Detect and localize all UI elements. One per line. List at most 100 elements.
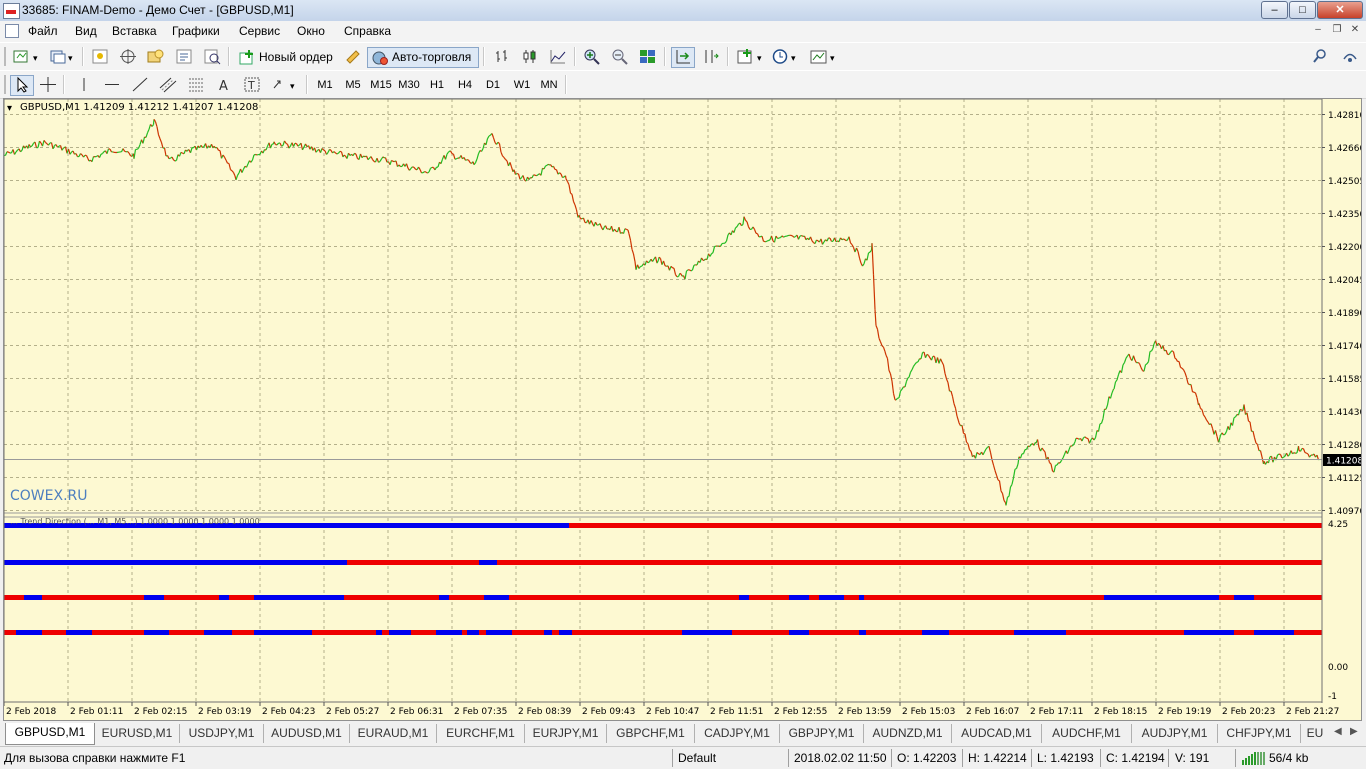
price-chart[interactable]: 1.428101.426601.425051.423501.422001.420… xyxy=(4,99,1361,720)
menu-tools[interactable]: Сервис xyxy=(239,24,280,38)
tabs-scroll-left-icon[interactable]: ◀ xyxy=(1334,726,1342,737)
price-segment xyxy=(322,148,324,149)
mdi-minimize-icon[interactable]: – xyxy=(1310,24,1326,38)
search-icon[interactable] xyxy=(1309,47,1331,68)
tab-eurchf[interactable]: EURCHF,M1 xyxy=(437,724,525,743)
tab-gbpusd[interactable]: GBPUSD,M1 xyxy=(5,723,95,745)
tab-audnzd[interactable]: AUDNZD,M1 xyxy=(864,724,952,743)
tab-audusd[interactable]: AUDUSD,M1 xyxy=(264,724,350,743)
text-label-icon[interactable]: T xyxy=(240,75,264,96)
timeframe-m1[interactable]: M1 xyxy=(311,75,339,96)
tab-gbpjpy[interactable]: GBPJPY,M1 xyxy=(780,724,864,743)
price-segment xyxy=(301,143,303,150)
chart-shift-icon[interactable] xyxy=(699,47,723,68)
price-segment xyxy=(574,201,576,204)
templates-icon[interactable]: ▾ xyxy=(807,47,843,68)
connection-icon[interactable] xyxy=(1242,751,1266,768)
tester-icon[interactable] xyxy=(200,47,224,68)
arrows-icon[interactable]: ▾ xyxy=(268,75,302,96)
tab-partial[interactable]: EU xyxy=(1301,724,1329,743)
mdi-close-icon[interactable]: ✕ xyxy=(1347,24,1363,38)
svg-text:▾: ▾ xyxy=(33,54,38,64)
new-chart-icon[interactable]: ▾ xyxy=(10,47,46,68)
timeframe-h4[interactable]: H4 xyxy=(451,75,479,96)
data-window-icon[interactable] xyxy=(116,47,140,68)
menu-file[interactable]: Файл xyxy=(28,24,58,38)
cursor-icon[interactable] xyxy=(10,75,34,96)
price-segment xyxy=(1014,469,1016,478)
tab-audchf[interactable]: AUDCHF,M1 xyxy=(1042,724,1132,743)
periods-icon[interactable]: ▾ xyxy=(770,47,804,68)
navigator-icon[interactable] xyxy=(144,47,168,68)
price-segment xyxy=(263,150,265,153)
document-icon[interactable] xyxy=(5,24,19,38)
timeframe-m15[interactable]: M15 xyxy=(367,75,395,96)
timeframe-h1[interactable]: H1 xyxy=(423,75,451,96)
price-segment xyxy=(1134,356,1136,361)
bar-chart-icon[interactable] xyxy=(490,47,514,68)
price-segment xyxy=(1008,496,1010,497)
tab-eurjpy[interactable]: EURJPY,M1 xyxy=(525,724,607,743)
timeframe-d1[interactable]: D1 xyxy=(479,75,507,96)
candlestick-icon[interactable] xyxy=(518,47,542,68)
close-button[interactable]: ✕ xyxy=(1317,1,1363,19)
menu-view[interactable]: Вид xyxy=(75,24,97,38)
price-segment xyxy=(885,352,886,356)
vertical-line-icon[interactable] xyxy=(72,75,96,96)
timeframe-m30[interactable]: M30 xyxy=(395,75,423,96)
fibonacci-icon[interactable] xyxy=(184,75,208,96)
indicator-segment xyxy=(479,630,486,635)
menu-window[interactable]: Окно xyxy=(297,24,325,38)
timeframe-w1[interactable]: W1 xyxy=(508,75,536,96)
terminal-icon[interactable] xyxy=(172,47,196,68)
tab-eurusd[interactable]: EURUSD,M1 xyxy=(95,724,180,743)
tile-windows-icon[interactable] xyxy=(636,47,660,68)
text-icon[interactable]: A xyxy=(212,75,236,96)
price-segment xyxy=(49,143,51,145)
tab-audcad[interactable]: AUDCAD,M1 xyxy=(952,724,1042,743)
status-low: L: 1.42193 xyxy=(1037,750,1094,766)
new-order-button[interactable]: Новый ордер xyxy=(234,47,338,68)
crosshair-icon[interactable] xyxy=(36,75,60,96)
price-segment xyxy=(707,254,709,260)
market-watch-icon[interactable] xyxy=(88,47,112,68)
menu-insert[interactable]: Вставка xyxy=(112,24,157,38)
menu-charts[interactable]: Графики xyxy=(172,24,220,38)
timeframe-mn[interactable]: MN xyxy=(535,75,563,96)
price-segment xyxy=(532,175,534,178)
indicators-icon[interactable]: ▾ xyxy=(734,47,770,68)
tab-cadjpy[interactable]: CADJPY,M1 xyxy=(695,724,780,743)
trendline-icon[interactable] xyxy=(128,75,152,96)
time-tick-label: 2 Feb 01:11 xyxy=(70,707,123,717)
autotrading-button[interactable]: Авто-торговля xyxy=(367,47,479,68)
metaeditor-icon[interactable] xyxy=(341,47,365,68)
time-tick-label: 2 Feb 08:39 xyxy=(518,707,572,717)
tab-gbpchf[interactable]: GBPCHF,M1 xyxy=(607,724,695,743)
minimize-button[interactable]: – xyxy=(1261,1,1288,19)
menu-help[interactable]: Справка xyxy=(344,24,391,38)
autoscroll-icon[interactable] xyxy=(671,47,695,68)
channel-icon[interactable] xyxy=(156,75,180,96)
zoom-in-icon[interactable] xyxy=(580,47,604,68)
tab-usdjpy[interactable]: USDJPY,M1 xyxy=(180,724,264,743)
maximize-button[interactable]: □ xyxy=(1289,1,1316,19)
chart-window[interactable]: 1.428101.426601.425051.423501.422001.420… xyxy=(3,98,1362,721)
tab-audjpy[interactable]: AUDJPY,M1 xyxy=(1132,724,1218,743)
zoom-out-icon[interactable] xyxy=(608,47,632,68)
profiles-icon[interactable]: ▾ xyxy=(47,47,79,68)
line-chart-icon[interactable] xyxy=(546,47,570,68)
chart-menu-icon[interactable]: ▾ xyxy=(7,103,12,114)
horizontal-line-icon[interactable] xyxy=(100,75,124,96)
tabs-scroll-right-icon[interactable]: ▶ xyxy=(1350,726,1358,737)
price-segment xyxy=(725,241,727,243)
price-segment xyxy=(1249,421,1251,422)
tab-chfjpy[interactable]: CHFJPY,M1 xyxy=(1218,724,1301,743)
timeframe-m5[interactable]: M5 xyxy=(339,75,367,96)
price-segment xyxy=(879,338,881,342)
community-icon[interactable] xyxy=(1339,47,1361,68)
mdi-restore-icon[interactable]: ❐ xyxy=(1329,24,1345,38)
price-segment xyxy=(1182,368,1184,369)
price-segment xyxy=(957,416,959,421)
price-segment xyxy=(81,154,83,155)
tab-euraud[interactable]: EURAUD,M1 xyxy=(350,724,437,743)
